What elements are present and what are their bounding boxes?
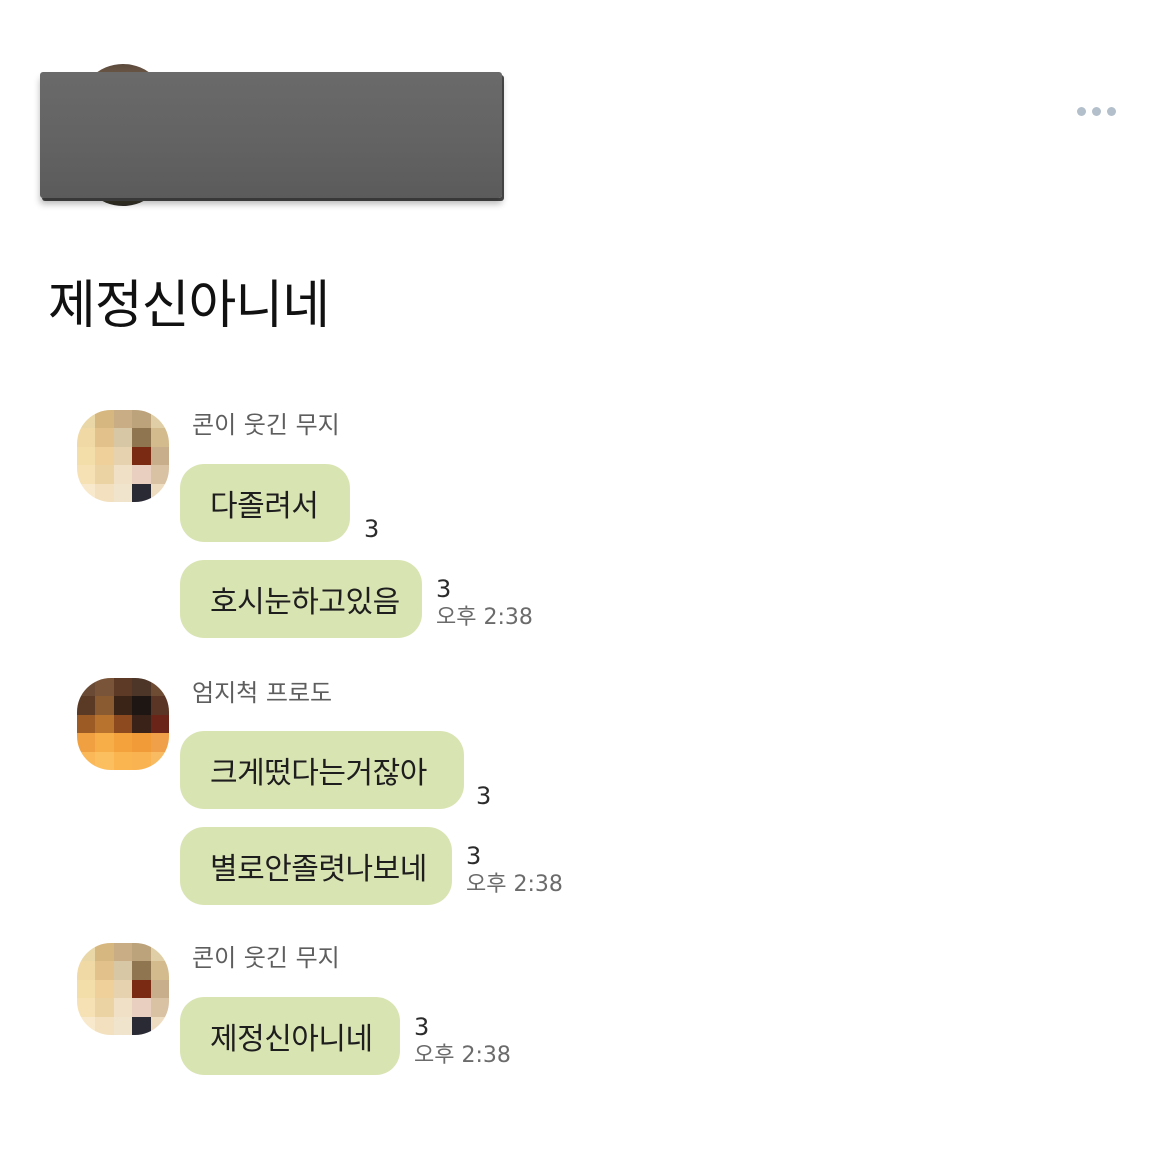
message-bubble[interactable]: 크게떴다는거잖아 — [180, 731, 464, 809]
unread-count: 3 — [364, 515, 380, 543]
unread-count: 3 — [414, 1013, 430, 1041]
message-text: 다졸려서 — [210, 489, 319, 524]
more-options-button[interactable] — [1068, 96, 1124, 126]
chat-screenshot: 콘이 웃긴 무지 다졸려서 3 호시눈하고있음 3 오후 2:38 엄지척 프로… — [0, 390, 700, 1110]
sender-avatar — [77, 678, 169, 770]
message-meta: 3 — [364, 515, 379, 543]
message-bubble[interactable]: 호시눈하고있음 — [180, 560, 422, 638]
post-header — [0, 0, 1169, 240]
message-time: 오후 2:38 — [466, 872, 563, 897]
message-time: 오후 2:38 — [436, 605, 533, 630]
message-meta: 3 오후 2:38 — [414, 1013, 511, 1071]
unread-count: 3 — [476, 782, 492, 810]
redacted-author-info — [40, 72, 502, 198]
message-text: 제정신아니네 — [210, 1022, 373, 1057]
message-text: 별로안졸렷나보네 — [210, 852, 427, 887]
message-meta: 3 — [476, 782, 491, 810]
more-horizontal-icon — [1076, 106, 1116, 116]
message-bubble[interactable]: 다졸려서 — [180, 464, 350, 542]
sender-name: 콘이 웃긴 무지 — [192, 411, 340, 439]
message-meta: 3 오후 2:38 — [466, 842, 563, 900]
unread-count: 3 — [436, 575, 452, 603]
unread-count: 3 — [466, 842, 482, 870]
message-time: 오후 2:38 — [414, 1043, 511, 1068]
message-bubble[interactable]: 제정신아니네 — [180, 997, 400, 1075]
sender-name: 콘이 웃긴 무지 — [192, 944, 340, 972]
sender-avatar — [77, 943, 169, 1035]
message-text: 호시눈하고있음 — [210, 585, 400, 620]
message-text: 크게떴다는거잖아 — [210, 756, 427, 791]
post-text: 제정신아니네 — [48, 276, 330, 336]
sender-avatar — [77, 410, 169, 502]
message-meta: 3 오후 2:38 — [436, 575, 533, 633]
message-bubble[interactable]: 별로안졸렷나보네 — [180, 827, 452, 905]
sender-name: 엄지척 프로도 — [192, 679, 333, 707]
